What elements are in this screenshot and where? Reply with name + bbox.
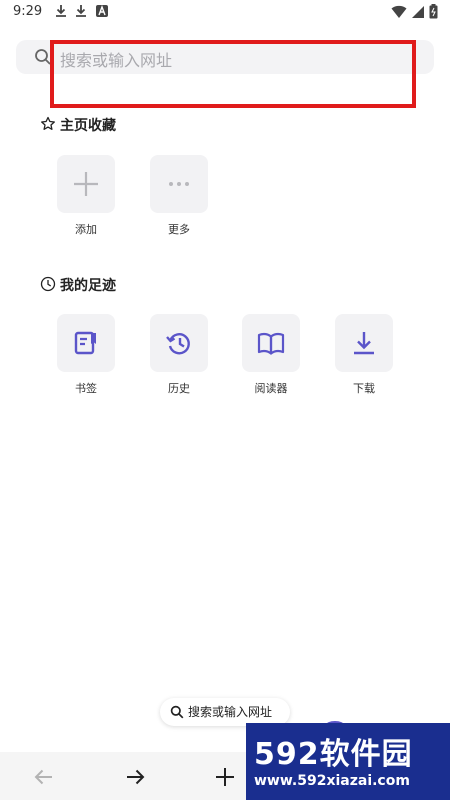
history-button[interactable] xyxy=(150,314,208,372)
add-favorite-label: 添加 xyxy=(75,223,97,236)
wifi-icon xyxy=(391,5,407,18)
star-icon xyxy=(41,116,55,130)
reader-label: 阅读器 xyxy=(254,382,288,395)
more-favorites-button[interactable] xyxy=(150,155,208,213)
download-icon xyxy=(354,332,374,355)
watermark-brand: 592软件园 xyxy=(254,737,413,772)
downloads-label: 下载 xyxy=(353,382,375,395)
add-favorite-button[interactable] xyxy=(57,155,115,213)
status-bar: 9:29 xyxy=(0,0,450,24)
plus-icon xyxy=(74,172,98,196)
history-icon xyxy=(166,333,190,355)
forward-arrow-icon[interactable] xyxy=(124,766,146,788)
clock-icon xyxy=(40,276,56,292)
bookmarks-label: 书签 xyxy=(75,382,97,395)
app-notification-icon xyxy=(96,5,108,17)
favorites-section-title: 主页收藏 xyxy=(60,118,116,134)
more-dots-icon xyxy=(169,182,189,186)
floating-search-button[interactable]: 搜索或输入网址 xyxy=(160,698,290,726)
downloads-button[interactable] xyxy=(335,314,393,372)
status-time: 9:29 xyxy=(13,4,43,19)
history-label: 历史 xyxy=(168,382,190,395)
history-section-title: 我的足迹 xyxy=(60,278,116,294)
download-notification-icon xyxy=(76,5,86,17)
reader-button[interactable] xyxy=(242,314,300,372)
download-notification-icon xyxy=(56,5,66,17)
reader-book-icon xyxy=(257,332,285,355)
new-tab-plus-icon[interactable] xyxy=(214,766,236,788)
more-favorites-label: 更多 xyxy=(168,223,190,236)
bookmark-icon xyxy=(74,331,96,355)
signal-icon xyxy=(412,5,424,18)
watermark-logo: 592软件园 www.592xiazai.com xyxy=(246,723,450,800)
annotation-highlight-box xyxy=(50,40,416,108)
search-icon xyxy=(170,705,184,719)
bookmarks-button[interactable] xyxy=(57,314,115,372)
back-arrow-icon[interactable] xyxy=(33,766,55,788)
watermark-url: www.592xiazai.com xyxy=(254,773,410,789)
floating-search-label: 搜索或输入网址 xyxy=(188,705,273,719)
battery-icon xyxy=(429,4,438,19)
